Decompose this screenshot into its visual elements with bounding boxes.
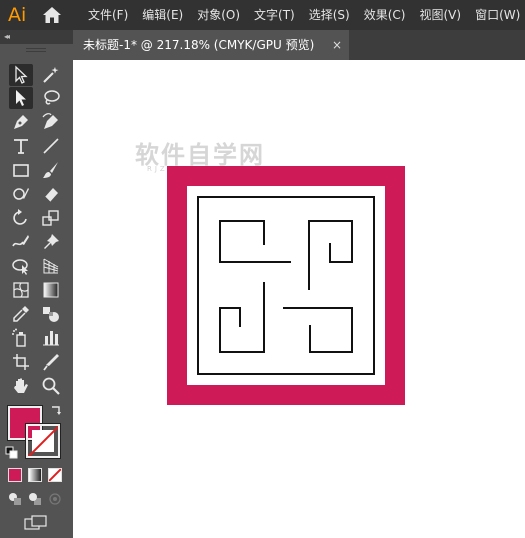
gradient-icon [43,282,59,298]
app-logo: Ai [8,4,27,26]
warp-tool[interactable] [9,231,33,253]
type-t-icon [14,139,28,154]
paintbrush-tool[interactable] [39,159,63,181]
hand-icon [14,378,28,393]
warp-icon [12,235,29,247]
swap-colors-icon[interactable] [49,404,63,418]
pen-nib-icon [14,115,28,129]
eraser-icon [44,188,58,203]
panel-header: ◂◂ [0,30,73,44]
eraser-tool[interactable] [39,183,63,205]
lasso-icon [44,90,60,105]
selection-tool[interactable] [9,64,33,86]
slice-knife-icon [43,354,59,371]
document-tab-title: 未标题-1* @ 217.18% (CMYK/GPU 预览) [83,38,315,52]
puppet-warp-tool[interactable] [39,231,63,253]
hand-tool[interactable] [9,375,33,397]
shape-builder-icon [12,259,28,275]
menu-object[interactable]: 对象(O) [195,0,242,30]
direct-selection-tool[interactable] [9,87,33,109]
lasso-tool[interactable] [39,87,63,109]
artboard-tool[interactable] [9,351,33,373]
stroke-color-swatch[interactable] [26,424,60,458]
perspective-grid-tool[interactable] [39,255,63,277]
drawing-modes-row [0,492,73,510]
panel-grip[interactable] [0,44,73,54]
shaper-icon [13,188,29,200]
column-graph-icon [43,331,59,346]
document-tab-bar: 未标题-1* @ 217.18% (CMYK/GPU 预览) × [73,30,525,60]
magic-wand-icon [43,67,59,83]
gradient-tool[interactable] [39,279,63,301]
pushpin-icon [44,234,59,249]
menu-view[interactable]: 视图(V) [417,0,463,30]
artboard-icon [13,354,29,370]
symbol-sprayer-tool[interactable] [9,327,33,349]
rotate-icon [13,209,27,225]
magic-wand-tool[interactable] [39,64,63,86]
line-segment-icon [43,138,59,154]
close-icon[interactable]: × [332,30,342,60]
menu-window[interactable]: 窗口(W) [473,0,522,30]
gradient-mode-button[interactable] [28,468,42,482]
rectangle-icon [13,164,29,177]
pen-tool[interactable] [9,111,33,133]
draw-inside-icon[interactable] [48,492,62,506]
eyedropper-tool[interactable] [9,303,33,325]
scale-tool[interactable] [39,207,63,229]
color-mode-row [0,468,73,486]
curvature-pen-icon [42,113,58,129]
document-tab[interactable]: 未标题-1* @ 217.18% (CMYK/GPU 预览) × [73,30,349,60]
type-tool[interactable] [9,135,33,157]
menu-type[interactable]: 文字(T) [252,0,297,30]
mesh-tool[interactable] [9,279,33,301]
shape-builder-tool[interactable] [9,255,33,277]
artwork-square-knot[interactable] [167,166,405,405]
paintbrush-icon [43,162,58,178]
curvature-tool[interactable] [39,111,63,133]
scale-icon [42,210,59,226]
blend-tool[interactable] [39,303,63,325]
slice-tool[interactable] [39,351,63,373]
rotate-tool[interactable] [9,207,33,229]
magnifier-icon [42,377,60,395]
symbol-sprayer-icon [12,328,26,347]
shaper-tool[interactable] [9,183,33,205]
column-graph-tool[interactable] [39,327,63,349]
line-segment-tool[interactable] [39,135,63,157]
direct-selection-arrow-icon [16,90,26,106]
menu-edit[interactable]: 编辑(E) [140,0,185,30]
color-mode-button[interactable] [8,468,22,482]
draw-behind-icon[interactable] [28,492,42,506]
menu-bar: Ai 文件(F) 编辑(E) 对象(O) 文字(T) 选择(S) 效果(C) 视… [0,0,525,30]
rectangle-tool[interactable] [9,159,33,181]
draw-normal-icon[interactable] [8,492,22,506]
screen-mode-icon[interactable] [24,515,48,531]
selection-arrow-icon [15,65,28,84]
tools-panel: ◂◂ [0,30,73,538]
white-inner-square [187,186,385,385]
none-mode-button[interactable] [48,468,62,482]
eyedropper-icon [13,306,29,322]
blend-icon [43,307,59,322]
menu-items: 文件(F) 编辑(E) 对象(O) 文字(T) 选择(S) 效果(C) 视图(V… [86,0,522,30]
default-colors-icon[interactable] [5,446,19,460]
mesh-icon [13,282,29,298]
menu-effect[interactable]: 效果(C) [362,0,408,30]
menu-file[interactable]: 文件(F) [86,0,130,30]
collapse-panel-icon[interactable]: ◂◂ [4,31,10,43]
menu-select[interactable]: 选择(S) [307,0,352,30]
perspective-grid-icon [43,258,59,274]
home-icon[interactable] [42,6,62,24]
zoom-tool[interactable] [39,375,63,397]
